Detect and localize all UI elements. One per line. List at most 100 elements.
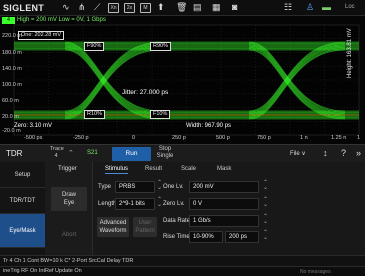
- channel-status-bar: Tr 4 Ch 1 Cont BW=10 k C* 2-Port SrcCal …: [0, 255, 365, 266]
- avg-badge[interactable]: 2x: [124, 3, 135, 13]
- chevron-updown-icon[interactable]: ⌃ ⌄: [157, 180, 162, 191]
- collapse-icon[interactable]: »: [356, 148, 361, 158]
- rise-time-mode-select[interactable]: 10-90%: [189, 231, 223, 243]
- nav-tdr-tdt[interactable]: TDR/TDT: [0, 188, 45, 214]
- file-label: File: [290, 151, 300, 157]
- s-param-label[interactable]: S21: [87, 150, 98, 156]
- save-icon[interactable]: ▤: [193, 2, 202, 13]
- siglent-logo: SIGLENT: [3, 3, 45, 13]
- y-tick: 220.0 m: [2, 33, 22, 39]
- nav-setup[interactable]: Setup: [0, 162, 45, 188]
- stimulus-panel: Stimulus Result Scale Mask Type PRBS ⌃ ⌄ …: [93, 162, 365, 266]
- run-button[interactable]: Run: [112, 147, 151, 161]
- trace-number: 4: [54, 153, 58, 159]
- sort-icon[interactable]: ↕: [323, 148, 328, 158]
- top-toolbar: SIGLENT ∿ ⋔ ⟋ Xn 2x M ⬆ 🗑 ▤ ▦ ◙ ☷ ♙ ▬ Lo…: [0, 0, 365, 16]
- one-level-label: One Lv.: [163, 184, 184, 190]
- x-tick: 1: [357, 135, 361, 141]
- zero-level-input[interactable]: 0 V: [189, 198, 259, 210]
- length-select[interactable]: 2^9-1 bits: [115, 198, 155, 210]
- trace-number-badge[interactable]: 4: [2, 17, 15, 24]
- network-icon[interactable]: ▬: [322, 2, 331, 13]
- camera-icon[interactable]: ◙: [232, 2, 237, 13]
- x-tick: 1.25 n: [331, 135, 347, 141]
- stop-label: Stop: [158, 146, 172, 152]
- file-menu[interactable]: File ∨: [290, 150, 306, 157]
- user-label: User: [138, 220, 152, 226]
- xn-badge[interactable]: Xn: [108, 3, 119, 13]
- measure-badge[interactable]: M: [140, 3, 151, 13]
- chevron-down-icon: ∨: [301, 151, 306, 157]
- width-readout: Width: 967.90 ps: [186, 123, 232, 129]
- chevron-updown-icon[interactable]: ⌃ ⌄: [263, 230, 268, 241]
- channel-status-text: Tr 4 Ch 1 Cont BW=10 k C* 2-Port SrcCal …: [3, 258, 134, 264]
- zero-level-label: Zero Lv.: [163, 201, 185, 207]
- abort-button[interactable]: Abort: [51, 225, 87, 245]
- zero-readout: Zero: 3.10 mV: [14, 123, 53, 129]
- trace-math-icon[interactable]: ⟋: [94, 2, 100, 13]
- data-rate-label: Data Rate: [163, 218, 191, 224]
- user-pattern-button[interactable]: User Pattern: [133, 217, 157, 237]
- user-icon[interactable]: ♙: [306, 2, 314, 13]
- marker-search-icon[interactable]: ⬆: [157, 2, 165, 13]
- x-tick: 250 p: [172, 135, 186, 141]
- x-tick: -500 ps: [24, 135, 43, 141]
- menu-icon[interactable]: ☷: [284, 2, 292, 13]
- advanced-label: Advanced: [99, 220, 127, 226]
- tab-mask[interactable]: Mask: [217, 164, 231, 174]
- y-tick: 60.0 m: [2, 98, 19, 104]
- jitter-readout: Jitter: 27.000 ps: [122, 89, 169, 96]
- draw-eye-button[interactable]: Draw Eye: [51, 187, 87, 211]
- r90-marker: R90%: [150, 42, 171, 51]
- chevron-updown-icon[interactable]: ⌃ ⌄: [263, 197, 268, 208]
- y-tick: 100.0 m: [2, 82, 22, 88]
- help-icon[interactable]: ?: [341, 148, 346, 158]
- y-tick: 20.0 m: [2, 114, 19, 120]
- trace-selector[interactable]: Trace 4: [50, 146, 64, 160]
- length-label: Length: [98, 201, 117, 207]
- x-tick: 1 n: [300, 135, 308, 141]
- chevron-updown-icon[interactable]: ⌃ ⌄: [157, 197, 162, 208]
- tab-scale[interactable]: Scale: [181, 164, 196, 174]
- waveform-icon[interactable]: ∿: [62, 2, 70, 13]
- local-label: Loc: [345, 4, 355, 10]
- chevron-updown-icon[interactable]: ⌃ ⌄: [263, 214, 268, 225]
- advanced-waveform-button[interactable]: Advanced Waveform: [97, 217, 129, 237]
- stop-single-button[interactable]: Stop Single: [153, 146, 177, 160]
- chevron-updown-icon[interactable]: ⌃ ⌄: [263, 180, 268, 191]
- rise-time-input[interactable]: 200 ps: [225, 231, 259, 243]
- message-status: No messages: [300, 269, 331, 275]
- left-nav: Setup TDR/TDT Eye/Mask: [0, 162, 45, 266]
- trace-header: High = 200 mV Low = 0V, 1 Gbps: [17, 17, 106, 23]
- trash-icon[interactable]: 🗑: [176, 2, 187, 13]
- tdr-title: TDR: [6, 149, 23, 158]
- trace-spinner-icon[interactable]: ⌃: [68, 149, 74, 157]
- y-tick: 180.0 m: [2, 50, 22, 56]
- type-label: Type: [98, 184, 112, 190]
- type-select[interactable]: PRBS: [115, 181, 155, 193]
- f90-marker: F90%: [84, 42, 105, 51]
- trigger-label: Trigger: [58, 166, 77, 172]
- data-rate-input[interactable]: 1 Gb/s: [189, 215, 259, 227]
- single-label: Single: [156, 153, 174, 159]
- trace-label: Trace: [50, 146, 64, 152]
- waveform-label: Waveform: [99, 228, 127, 234]
- eye-diagram-plot[interactable]: High = 200 mV Low = 0V, 1 Gbps 4 One: 20…: [0, 16, 365, 144]
- pattern-label: Pattern: [135, 228, 155, 234]
- x-tick: 0: [132, 135, 136, 141]
- nav-eye-mask[interactable]: Eye/Mask: [0, 214, 45, 248]
- height-readout: Height: 163.81 mV: [347, 28, 353, 78]
- one-level-input[interactable]: 200 mV: [189, 181, 259, 193]
- one-level-label: One: 202.28 mV: [18, 31, 65, 40]
- print-icon[interactable]: ▦: [212, 2, 221, 13]
- x-tick: 750 p: [257, 135, 271, 141]
- tab-stimulus[interactable]: Stimulus: [105, 164, 129, 174]
- trigger-panel: Trigger Draw Eye Abort: [45, 162, 93, 266]
- status-text: ineTrig RF On IntRef Update On: [3, 268, 82, 274]
- marker-icon[interactable]: ⋔: [78, 2, 86, 13]
- draw-eye-line2: Eye: [63, 200, 75, 206]
- y-tick: 140.0 m: [2, 66, 22, 72]
- tab-result[interactable]: Result: [145, 164, 162, 174]
- rise-time-label: Rise Time: [163, 234, 190, 240]
- x-tick: -250 p: [73, 135, 89, 141]
